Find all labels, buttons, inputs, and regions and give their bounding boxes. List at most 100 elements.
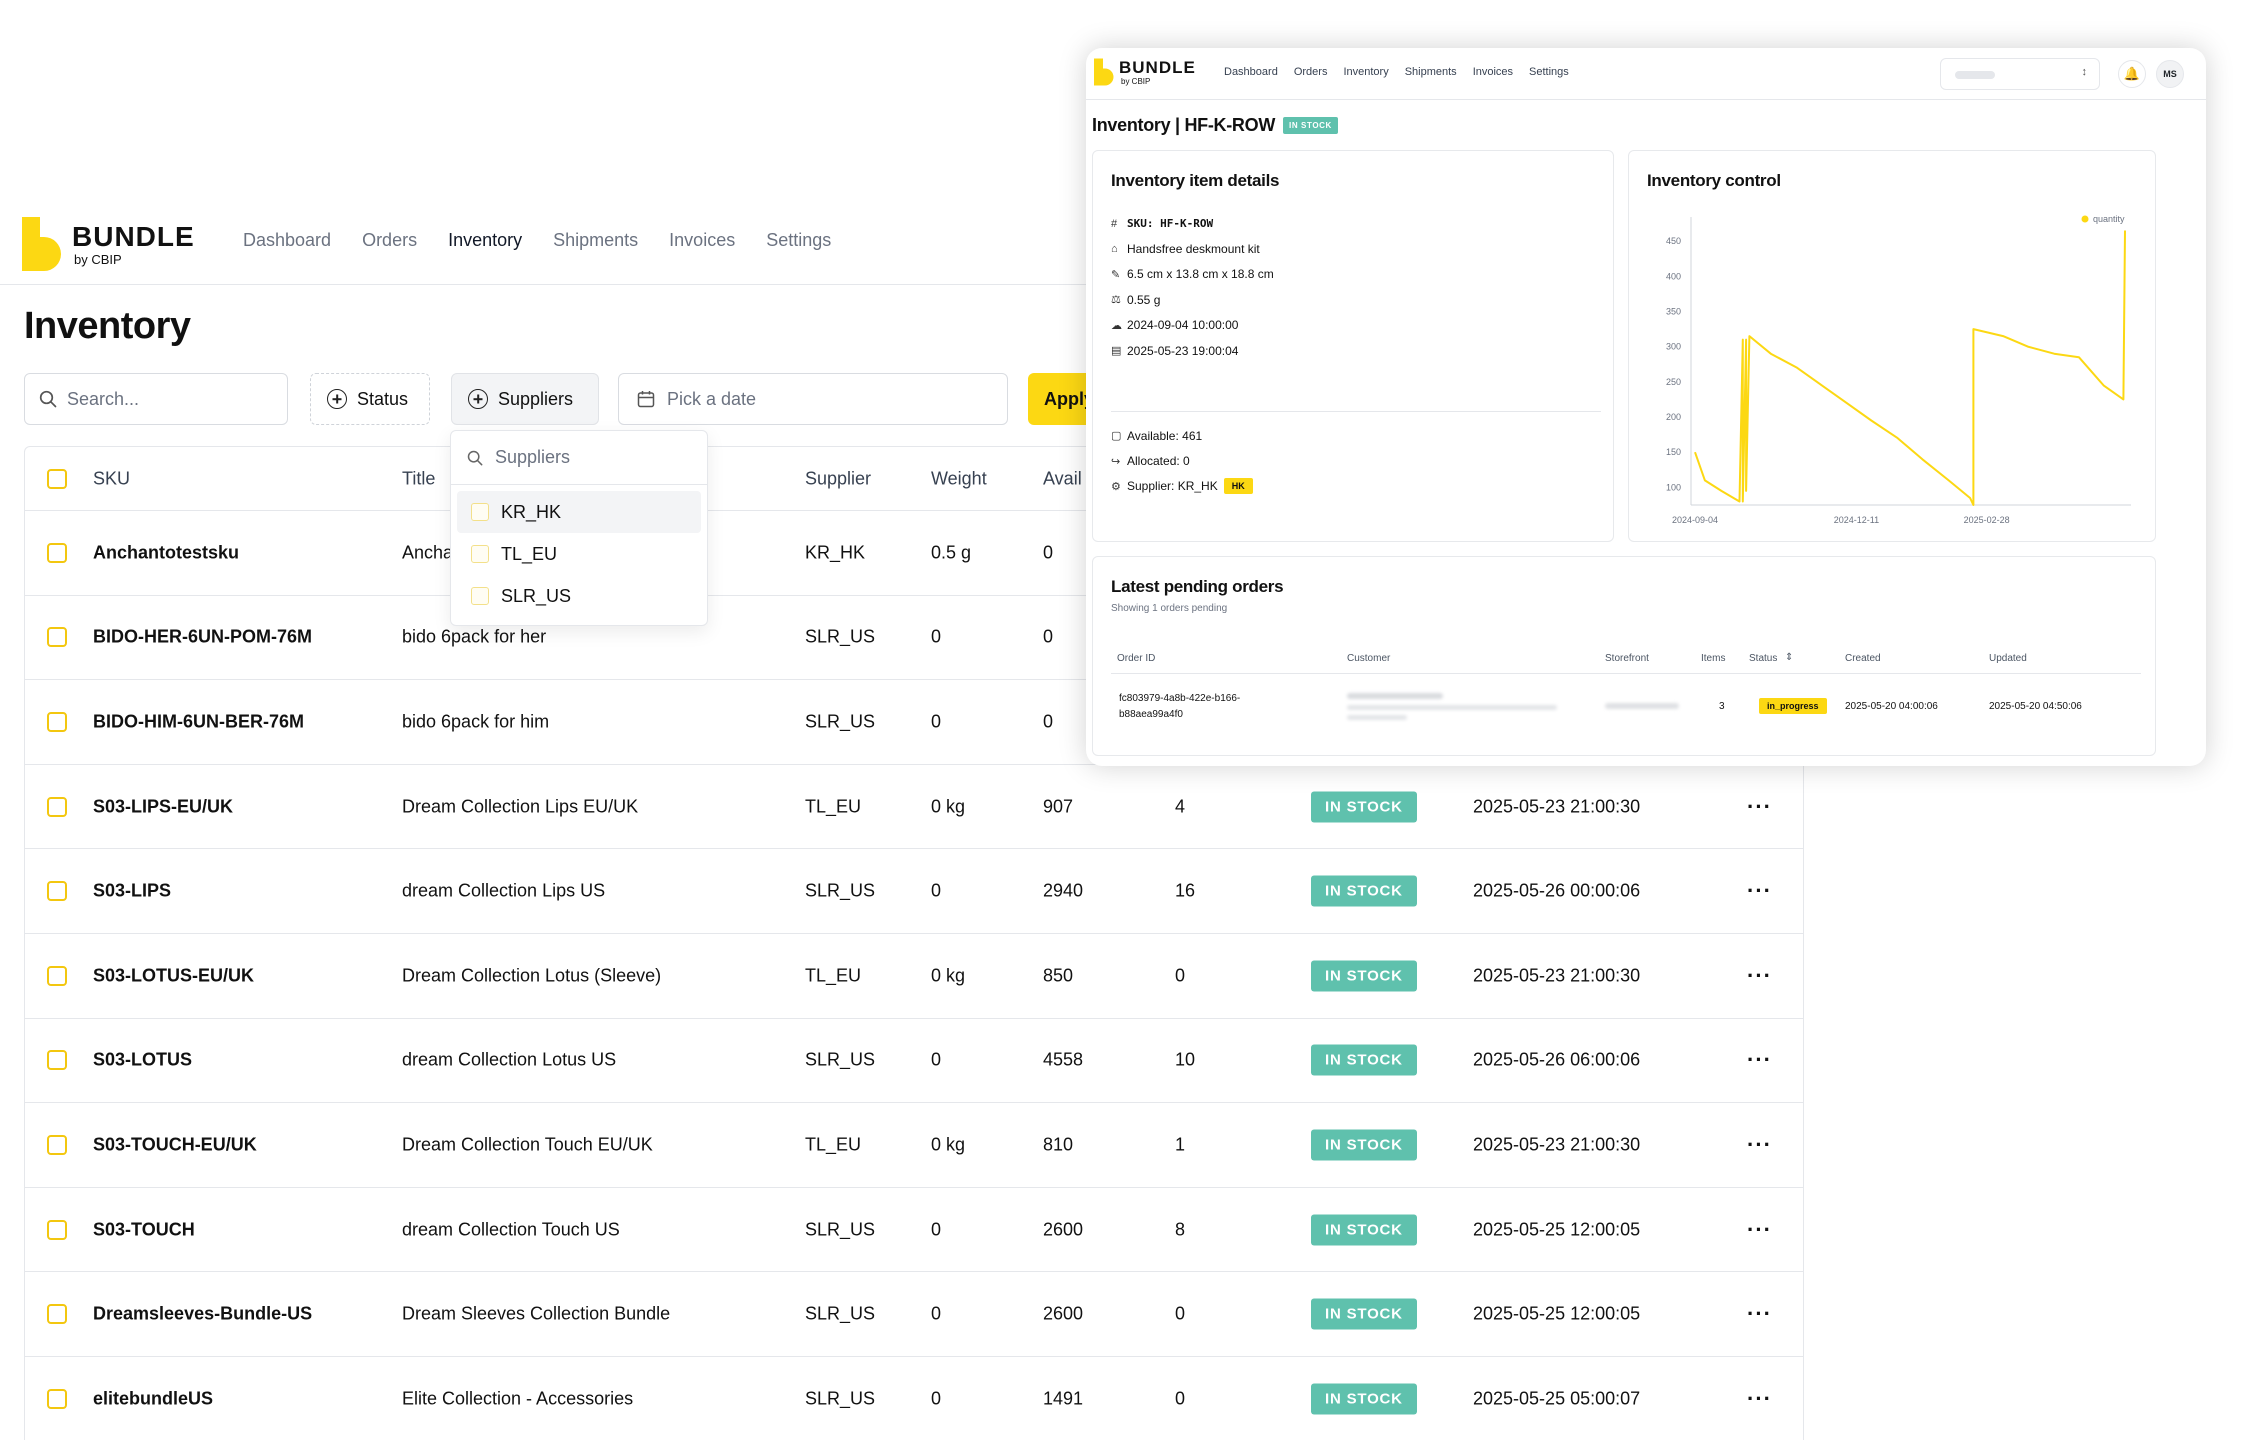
- order-id-line-1: fc803979-4a8b-422e-b166-: [1119, 693, 1241, 704]
- sku-cell[interactable]: Dreamsleeves-Bundle-US: [93, 1304, 312, 1325]
- supplier-option-tl-eu[interactable]: TL_EU: [457, 533, 701, 575]
- account-select[interactable]: ↕: [1940, 58, 2100, 90]
- header-customer[interactable]: Customer: [1347, 653, 1390, 664]
- y-tick-label: 300: [1666, 342, 1681, 352]
- header-storefront[interactable]: Storefront: [1605, 653, 1649, 664]
- sku-cell[interactable]: BIDO-HER-6UN-POM-76M: [93, 627, 312, 648]
- nav-dashboard[interactable]: Dashboard: [243, 230, 331, 251]
- row-checkbox[interactable]: [47, 711, 67, 732]
- option-checkbox[interactable]: [471, 503, 489, 521]
- nav-orders[interactable]: Orders: [362, 230, 417, 251]
- option-checkbox[interactable]: [471, 587, 489, 605]
- window-top-navigation: BUNDLE by CBIP Dashboard Orders Inventor…: [1086, 48, 2206, 100]
- row-checkbox[interactable]: [47, 627, 67, 648]
- y-tick-label: 200: [1666, 412, 1681, 422]
- brand-logo[interactable]: BUNDLE by CBIP: [1094, 58, 1196, 86]
- row-checkbox[interactable]: [47, 1388, 67, 1409]
- row-checkbox[interactable]: [47, 881, 67, 902]
- row-checkbox[interactable]: [47, 542, 67, 563]
- available-cell: 0: [1043, 626, 1054, 647]
- nav-shipments[interactable]: Shipments: [553, 230, 638, 251]
- table-row[interactable]: elitebundleUS Elite Collection - Accessor…: [25, 1357, 1803, 1440]
- row-checkbox[interactable]: [47, 1219, 67, 1240]
- nav-invoices[interactable]: Invoices: [1473, 66, 1513, 78]
- header-created[interactable]: Created: [1845, 653, 1881, 664]
- supplier-cell: SLR_US: [805, 1219, 876, 1240]
- sku-cell[interactable]: BIDO-HIM-6UN-BER-76M: [93, 711, 304, 732]
- nav-settings[interactable]: Settings: [1529, 66, 1569, 78]
- sort-icon[interactable]: ⇕: [1785, 652, 1793, 663]
- sku-cell[interactable]: S03-LOTUS-EU/UK: [93, 965, 254, 986]
- nav-orders[interactable]: Orders: [1294, 66, 1328, 78]
- more-actions-icon[interactable]: ···: [1747, 1217, 1772, 1243]
- updated-cell: 2025-05-26 00:00:06: [1473, 880, 1641, 901]
- status-filter-button[interactable]: Status: [310, 373, 430, 425]
- row-checkbox[interactable]: [47, 1134, 67, 1155]
- sku-cell[interactable]: S03-TOUCH: [93, 1219, 195, 1240]
- header-items[interactable]: Items: [1701, 653, 1725, 664]
- more-actions-icon[interactable]: ···: [1747, 1132, 1772, 1158]
- suppliers-filter-button[interactable]: Suppliers: [451, 373, 599, 425]
- available-cell: 2600: [1043, 1303, 1084, 1324]
- more-actions-icon[interactable]: ···: [1747, 1301, 1772, 1327]
- table-row[interactable]: S03-LOTUS-EU/UK Dream Collection Lotus (S…: [25, 934, 1803, 1019]
- allocated-cell: 1: [1175, 1134, 1186, 1155]
- select-all-checkbox[interactable]: [47, 468, 67, 489]
- more-actions-icon[interactable]: ···: [1747, 1386, 1772, 1412]
- date-picker[interactable]: Pick a date: [618, 373, 1008, 425]
- header-title[interactable]: Title: [402, 468, 435, 489]
- row-checkbox[interactable]: [47, 965, 67, 986]
- sku-cell[interactable]: S03-TOUCH-EU/UK: [93, 1134, 257, 1155]
- more-actions-icon[interactable]: ···: [1747, 1047, 1772, 1073]
- nav-inventory[interactable]: Inventory: [448, 230, 522, 251]
- header-available[interactable]: Avail: [1043, 468, 1082, 489]
- table-row[interactable]: S03-LIPS-EU/UK Dream Collection Lips EU/U…: [25, 765, 1803, 850]
- header-status[interactable]: Status: [1749, 653, 1777, 664]
- table-row[interactable]: S03-TOUCH-EU/UK Dream Collection Touch EU…: [25, 1103, 1803, 1188]
- more-actions-icon[interactable]: ···: [1747, 878, 1772, 904]
- row-checkbox[interactable]: [47, 796, 67, 817]
- account-select-value: [1955, 71, 1995, 79]
- sku-cell[interactable]: elitebundleUS: [93, 1388, 213, 1409]
- brand-logo[interactable]: BUNDLE by CBIP: [22, 214, 195, 274]
- header-supplier[interactable]: Supplier: [805, 468, 871, 489]
- sku-cell[interactable]: S03-LIPS-EU/UK: [93, 796, 233, 817]
- table-row[interactable]: S03-LIPS dream Collection Lips US SLR_US 0 2…: [25, 849, 1803, 934]
- nav-invoices[interactable]: Invoices: [669, 230, 735, 251]
- nav-settings[interactable]: Settings: [766, 230, 831, 251]
- search-input[interactable]: [67, 388, 267, 410]
- suppliers-dropdown-search[interactable]: Suppliers: [451, 431, 707, 485]
- supplier-option-slr-us[interactable]: SLR_US: [457, 575, 701, 617]
- row-checkbox[interactable]: [47, 1304, 67, 1325]
- table-row[interactable]: S03-TOUCH dream Collection Touch US SLR_US…: [25, 1188, 1803, 1273]
- supplier-cell: SLR_US: [805, 711, 876, 732]
- x-tick-label: 2025-02-28: [1964, 515, 2010, 525]
- created-value: 2024-09-04 10:00:00: [1127, 318, 1239, 333]
- avatar[interactable]: MS: [2156, 60, 2184, 88]
- order-row[interactable]: fc803979-4a8b-422e-b166- b88aea99a4f0 3 i…: [1093, 685, 2155, 735]
- order-id[interactable]: fc803979-4a8b-422e-b166- b88aea99a4f0: [1119, 691, 1240, 723]
- header-weight[interactable]: Weight: [931, 468, 987, 489]
- header-order-id[interactable]: Order ID: [1117, 653, 1155, 664]
- table-row[interactable]: S03-LOTUS dream Collection Lotus US SLR_US…: [25, 1019, 1803, 1104]
- row-checkbox[interactable]: [47, 1050, 67, 1071]
- more-actions-icon[interactable]: ···: [1747, 963, 1772, 989]
- header-updated[interactable]: Updated: [1989, 653, 2027, 664]
- plus-circle-icon: [327, 389, 347, 409]
- sku-cell[interactable]: S03-LIPS: [93, 881, 171, 902]
- nav-inventory[interactable]: Inventory: [1343, 66, 1388, 78]
- sku-cell[interactable]: S03-LOTUS: [93, 1050, 192, 1071]
- status-cell: IN STOCK: [1311, 1214, 1417, 1246]
- nav-dashboard[interactable]: Dashboard: [1224, 66, 1278, 78]
- nav-shipments[interactable]: Shipments: [1405, 66, 1457, 78]
- option-label: SLR_US: [501, 585, 572, 606]
- available-cell: 4558: [1043, 1049, 1084, 1070]
- sku-cell[interactable]: Anchantotestsku: [93, 542, 239, 563]
- more-actions-icon[interactable]: ···: [1747, 794, 1772, 820]
- table-row[interactable]: Dreamsleeves-Bundle-US Dream Sleeves Coll…: [25, 1272, 1803, 1357]
- bell-icon[interactable]: 🔔: [2118, 60, 2146, 88]
- option-checkbox[interactable]: [471, 545, 489, 563]
- header-sku[interactable]: SKU: [93, 468, 130, 489]
- supplier-option-kr-hk[interactable]: KR_HK: [457, 491, 701, 533]
- date-picker-placeholder: Pick a date: [667, 388, 757, 409]
